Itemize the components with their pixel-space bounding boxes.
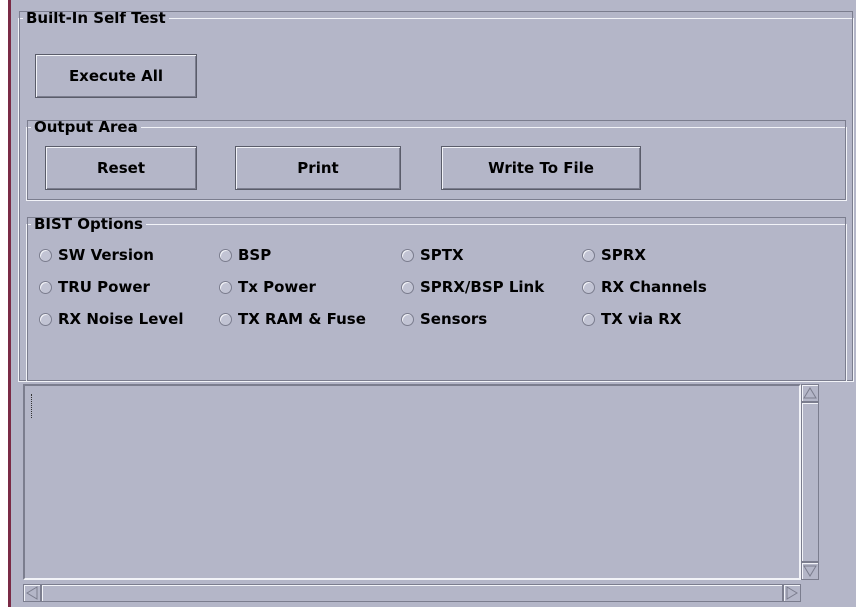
bist-window: Built-In Self Test Execute All Output Ar… <box>8 0 856 607</box>
option-sw-version[interactable]: SW Version <box>39 245 154 265</box>
option-label: SW Version <box>58 246 154 264</box>
output-textarea[interactable] <box>23 384 801 580</box>
scroll-up-icon[interactable] <box>801 384 819 402</box>
radio-icon[interactable] <box>39 313 52 326</box>
option-label: Tx Power <box>238 278 316 296</box>
radio-icon[interactable] <box>219 313 232 326</box>
option-label: SPRX/BSP Link <box>420 278 545 296</box>
radio-icon[interactable] <box>401 313 414 326</box>
scroll-right-icon[interactable] <box>783 584 801 602</box>
option-rx-channels[interactable]: RX Channels <box>582 277 707 297</box>
write-to-file-button[interactable]: Write To File <box>441 146 641 190</box>
radio-icon[interactable] <box>582 313 595 326</box>
output-area-title: Output Area <box>34 118 138 136</box>
option-label: TX RAM & Fuse <box>238 310 366 328</box>
bist-group-title: Built-In Self Test <box>26 9 166 27</box>
option-sensors[interactable]: Sensors <box>401 309 487 329</box>
option-tx-power[interactable]: Tx Power <box>219 277 316 297</box>
scrollbar-corner <box>801 584 819 602</box>
radio-icon[interactable] <box>39 281 52 294</box>
radio-icon[interactable] <box>401 281 414 294</box>
radio-icon[interactable] <box>39 249 52 262</box>
text-caret <box>31 394 35 418</box>
option-label: RX Channels <box>601 278 707 296</box>
print-button[interactable]: Print <box>235 146 401 190</box>
radio-icon[interactable] <box>582 249 595 262</box>
option-tru-power[interactable]: TRU Power <box>39 277 150 297</box>
option-tx-via-rx[interactable]: TX via RX <box>582 309 681 329</box>
option-label: RX Noise Level <box>58 310 184 328</box>
option-label: SPRX <box>601 246 646 264</box>
option-sprx[interactable]: SPRX <box>582 245 646 265</box>
radio-icon[interactable] <box>401 249 414 262</box>
option-label: SPTX <box>420 246 464 264</box>
bist-options-group: BIST Options <box>26 216 847 382</box>
radio-icon[interactable] <box>582 281 595 294</box>
reset-button[interactable]: Reset <box>45 146 197 190</box>
horizontal-scroll-thumb[interactable] <box>41 584 783 602</box>
option-sprx-bsp-link[interactable]: SPRX/BSP Link <box>401 277 544 297</box>
option-rx-noise-level[interactable]: RX Noise Level <box>39 309 184 329</box>
option-tx-ram-fuse[interactable]: TX RAM & Fuse <box>219 309 366 329</box>
option-label: Sensors <box>420 310 488 328</box>
scroll-left-icon[interactable] <box>23 584 41 602</box>
scroll-down-icon[interactable] <box>801 562 819 580</box>
vertical-scroll-thumb[interactable] <box>801 402 819 562</box>
option-sptx[interactable]: SPTX <box>401 245 464 265</box>
option-label: TRU Power <box>58 278 150 296</box>
horizontal-scrollbar[interactable] <box>23 584 801 602</box>
vertical-scrollbar[interactable] <box>801 384 819 580</box>
radio-icon[interactable] <box>219 281 232 294</box>
option-label: BSP <box>238 246 272 264</box>
radio-icon[interactable] <box>219 249 232 262</box>
execute-all-button[interactable]: Execute All <box>35 54 197 98</box>
bist-options-title: BIST Options <box>34 215 143 233</box>
option-bsp[interactable]: BSP <box>219 245 271 265</box>
option-label: TX via RX <box>601 310 682 328</box>
